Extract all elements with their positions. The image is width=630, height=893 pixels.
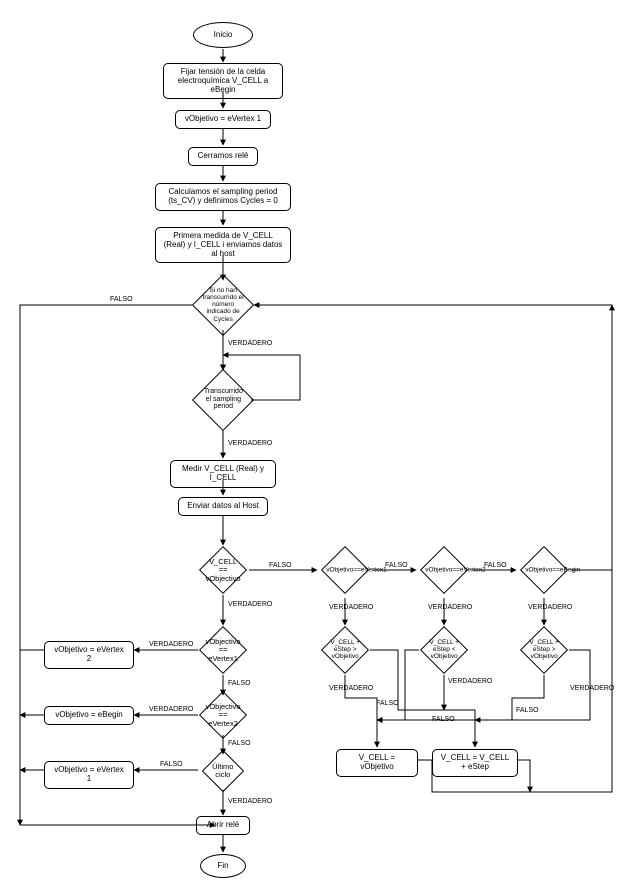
label-true-vcellvobj: VERDADERO — [228, 601, 272, 608]
label-true-evertex1: VERDADERO — [149, 641, 193, 648]
process-vobj-evertex2: vObjetivo = eVertex 2 — [44, 641, 134, 669]
start-label: Inicio — [214, 31, 233, 40]
label-true-sampling: VERDADERO — [228, 440, 272, 447]
label-false-lastcycle: FALSO — [160, 761, 183, 768]
process-send-host: Enviar datos al Host — [178, 497, 268, 516]
process-vobj-evertex1b: vObjetivo = eVertex 1 — [44, 761, 134, 789]
decision-vobj-evertex1-r: vObjetivo==eVertex1 — [321, 546, 369, 594]
decision-sampling: Transcurrido el sampling period — [192, 369, 254, 431]
label-true-r2: VERDADERO — [428, 604, 472, 611]
label-true-gt-a: VERDADERO — [329, 685, 373, 692]
process-vcell-vobj: V_CELL = vObjetivo — [336, 749, 418, 777]
label-true-r3: VERDADERO — [528, 604, 572, 611]
decision-vcell-eq-vobj: V_CELL == vObjectivo — [199, 546, 247, 594]
decision-vobj-evertex1: vObjectivo == eVertex1 — [199, 626, 247, 674]
label-false-r2: FALSO — [484, 562, 507, 569]
process-vobj-evertex1: vObjetivo = eVertex 1 — [175, 110, 271, 129]
process-vobj-ebegin: vObjetivo = eBegin — [44, 706, 134, 725]
process-calc-sampling: Calculamos el sampling period (ts_CV) y … — [155, 183, 291, 211]
process-open-relay: Abrir relé — [196, 816, 250, 835]
decision-plus-gt-b: V_CELL + eStep > vObjetivo — [520, 626, 568, 674]
label-true-gt-b: VERDADERO — [570, 685, 614, 692]
label-false-vcellvobj: FALSO — [269, 562, 292, 569]
decision-plus-lt: V_CELL + eStep < vObjetivo — [420, 626, 468, 674]
label-false-r1: FALSO — [385, 562, 408, 569]
end-terminator: Fin — [200, 854, 246, 878]
label-false-evertex1: FALSO — [228, 680, 251, 687]
label-true-lastcycle: VERDADERO — [228, 798, 272, 805]
decision-vobj-evertex2-r: vObjetivo==eVertex2 — [420, 546, 468, 594]
process-close-relay: Cerramos relé — [188, 147, 258, 166]
label-false-gt-a: FALSO — [376, 700, 399, 707]
decision-plus-gt-a: V_CELL + eStep > vObjetivo — [321, 626, 369, 674]
label-true-r1: VERDADERO — [329, 604, 373, 611]
decision-vobj-ebegin-r: vObjetivo==eBegin — [520, 546, 568, 594]
end-label: Fin — [217, 862, 228, 871]
process-first-measure: Primera medida de V_CELL (Real) y I_CELL… — [155, 227, 291, 263]
decision-vobj-evertex2: vObjectivo == eVertex2 — [199, 691, 247, 739]
label-false-cycles: FALSO — [110, 296, 133, 303]
process-vcell-estep: V_CELL = V_CELL + eStep — [432, 749, 518, 777]
decision-cycles: Si no han transcurrido el número indicad… — [192, 274, 254, 336]
label-true-lt: VERDADERO — [448, 678, 492, 685]
start-terminator: Inicio — [193, 22, 253, 48]
process-measure: Medir V_CELL (Real) y I_CELL — [170, 460, 276, 488]
label-true-cycles: VERDADERO — [228, 340, 272, 347]
label-false-lt: FALSO — [432, 716, 455, 723]
decision-last-cycle: Último ciclo — [202, 750, 244, 792]
label-true-evertex2: VERDADERO — [149, 706, 193, 713]
label-false-gt-b: FALSO — [516, 707, 539, 714]
process-fix-voltage: Fijar tensión de la celda electroquímica… — [163, 63, 283, 99]
label-false-evertex2: FALSO — [228, 740, 251, 747]
